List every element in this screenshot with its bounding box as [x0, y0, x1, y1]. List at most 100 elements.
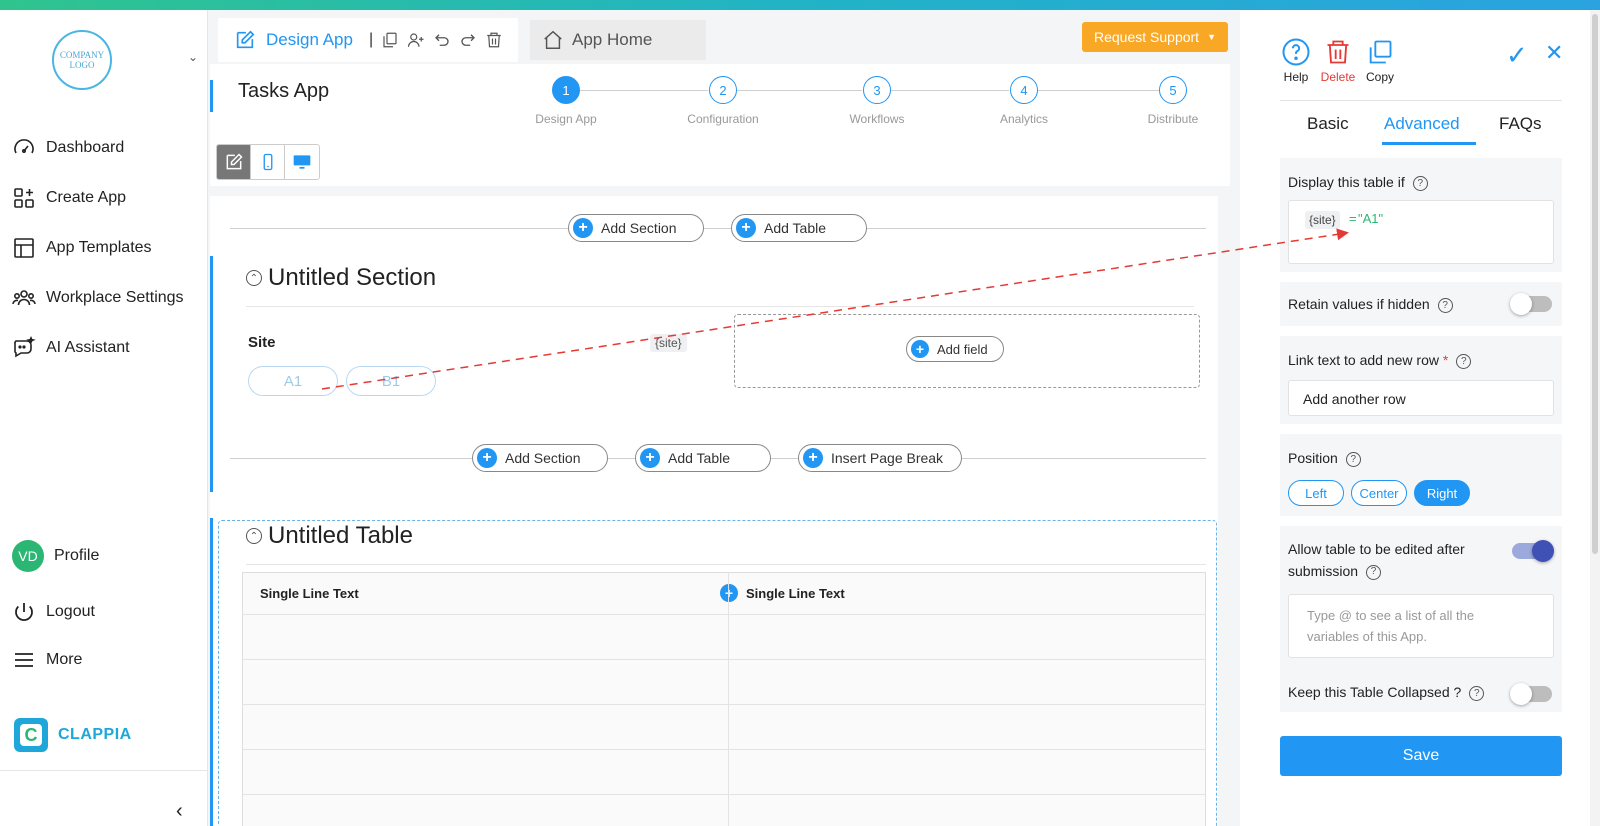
sidebar-item-label: AI Assistant [46, 339, 130, 356]
allow-edit-toggle[interactable] [1512, 540, 1554, 562]
check-icon[interactable]: ✓ [1506, 40, 1528, 71]
save-button[interactable]: Save [1280, 736, 1562, 776]
main-area: Design App | App Home Request Support ▼ … [208, 10, 1240, 826]
page-title: Tasks App [238, 80, 330, 102]
help-circle-icon[interactable]: ? [1366, 564, 1382, 580]
people-icon [12, 290, 36, 306]
position-right-button[interactable]: Right [1414, 480, 1470, 506]
step-configuration[interactable]: 2 Configuration [673, 76, 773, 126]
input-value: Add another row [1303, 391, 1406, 407]
copy-icon[interactable] [381, 31, 399, 49]
add-section-button[interactable]: + Add Section [472, 444, 608, 472]
tab-advanced[interactable]: Advanced [1384, 114, 1460, 134]
clappia-logo-icon [14, 718, 48, 752]
step-label: Workflows [849, 112, 905, 126]
column-header[interactable]: Single Line Text [260, 586, 359, 601]
sidebar-item-more[interactable]: More [12, 646, 82, 674]
trash-icon [1318, 34, 1358, 70]
sidebar-item-dashboard[interactable]: Dashboard [12, 134, 124, 162]
avatar: VD [12, 540, 44, 572]
divider [1280, 100, 1562, 101]
chevron-down-icon[interactable]: ⌄ [188, 50, 198, 64]
scrollbar-thumb[interactable] [1592, 14, 1598, 554]
help-circle-icon[interactable]: ? [1469, 685, 1485, 701]
help-circle-icon[interactable]: ? [1345, 451, 1361, 467]
keep-collapsed-toggle[interactable] [1510, 683, 1552, 705]
section-accent-bar [210, 256, 213, 492]
position-card: Position? Left Center Right [1280, 434, 1562, 516]
collapse-chevron-icon[interactable]: ⌃ [246, 528, 262, 544]
add-column-icon[interactable]: + [720, 584, 738, 602]
sidebar-item-create-app[interactable]: Create App [12, 184, 126, 212]
sidebar-item-app-templates[interactable]: App Templates [12, 234, 152, 262]
table-grid [242, 572, 1206, 826]
step-label: Design App [535, 112, 597, 126]
plus-icon: + [573, 218, 593, 238]
add-field-button[interactable]: + Add field [906, 336, 1004, 362]
button-label: Insert Page Break [831, 450, 944, 466]
copy-button[interactable]: Copy [1360, 34, 1400, 84]
step-distribute[interactable]: 5 Distribute [1123, 76, 1223, 126]
add-user-icon[interactable] [407, 31, 425, 49]
position-left-button[interactable]: Left [1288, 480, 1344, 506]
desktop-view-button[interactable] [285, 145, 319, 179]
section-header[interactable]: ⌃ Untitled Section [246, 264, 436, 292]
tab-faqs[interactable]: FAQs [1499, 114, 1542, 134]
help-button[interactable]: Help [1276, 34, 1316, 84]
table-header[interactable]: ⌃ Untitled Table [246, 522, 413, 550]
redo-icon[interactable] [459, 31, 477, 49]
title-accent-bar [210, 80, 213, 112]
add-table-button[interactable]: + Add Table [731, 214, 867, 242]
mobile-view-button[interactable] [251, 145, 285, 179]
help-circle-icon[interactable]: ? [1456, 353, 1472, 369]
divider [0, 770, 208, 771]
delete-button[interactable]: Delete [1318, 34, 1358, 84]
collapse-sidebar-icon[interactable]: ‹ [176, 800, 183, 823]
option-a1[interactable]: A1 [248, 366, 338, 396]
speedometer-icon [14, 139, 34, 154]
sidebar-item-profile[interactable]: VD Profile [12, 540, 100, 572]
help-icon [1276, 34, 1316, 70]
step-analytics[interactable]: 4 Analytics [974, 76, 1074, 126]
sidebar-item-logout[interactable]: Logout [12, 598, 95, 626]
close-icon[interactable]: ✕ [1545, 40, 1563, 66]
grid-plus-icon [14, 188, 34, 208]
table-row [242, 794, 1206, 795]
link-text-input[interactable]: Add another row [1288, 380, 1554, 416]
form-canvas: + Add Section + Add Table ⌃ Untitled Sec… [210, 196, 1218, 826]
step-design-app[interactable]: 1 Design App [516, 76, 616, 126]
tab-design-app[interactable]: Design App | [218, 18, 518, 62]
edit-view-button[interactable] [217, 145, 251, 179]
condition-editor[interactable]: {site} = "A1" [1288, 200, 1554, 264]
display-condition-label: Display this table if? [1288, 174, 1428, 191]
add-table-button[interactable]: + Add Table [635, 444, 771, 472]
step-workflows[interactable]: 3 Workflows [827, 76, 927, 126]
tab-label: Design App [266, 30, 353, 49]
sidebar-item-ai-assistant[interactable]: AI Assistant [12, 334, 130, 362]
sidebar-item-label: Profile [54, 547, 100, 564]
allow-edit-condition-input[interactable]: Type @ to see a list of all the variable… [1288, 594, 1554, 658]
trash-icon[interactable] [485, 31, 503, 49]
insert-page-break-button[interactable]: + Insert Page Break [798, 444, 962, 472]
help-circle-icon[interactable]: ? [1437, 297, 1453, 313]
tab-basic[interactable]: Basic [1307, 114, 1349, 134]
retain-values-toggle[interactable] [1510, 293, 1552, 315]
help-circle-icon[interactable]: ? [1412, 175, 1428, 191]
scrollbar[interactable] [1590, 10, 1600, 826]
add-section-button[interactable]: + Add Section [568, 214, 704, 242]
tab-app-home[interactable]: App Home [530, 20, 706, 60]
chat-sparkle-icon [14, 336, 36, 358]
undo-icon[interactable] [433, 31, 451, 49]
sidebar-item-workplace-settings[interactable]: Workplace Settings [12, 284, 184, 312]
option-b1[interactable]: B1 [346, 366, 436, 396]
button-label: Add Section [505, 450, 581, 466]
table-title: Untitled Table [268, 522, 413, 549]
condition-operator: = [1349, 211, 1357, 226]
step-number: 3 [863, 76, 891, 104]
separator: | [368, 31, 374, 48]
request-support-button[interactable]: Request Support ▼ [1082, 22, 1228, 52]
column-header[interactable]: Single Line Text [746, 586, 845, 601]
position-center-button[interactable]: Center [1351, 480, 1407, 506]
company-logo[interactable]: COMPANY LOGO [52, 30, 112, 90]
collapse-chevron-icon[interactable]: ⌃ [246, 270, 262, 286]
